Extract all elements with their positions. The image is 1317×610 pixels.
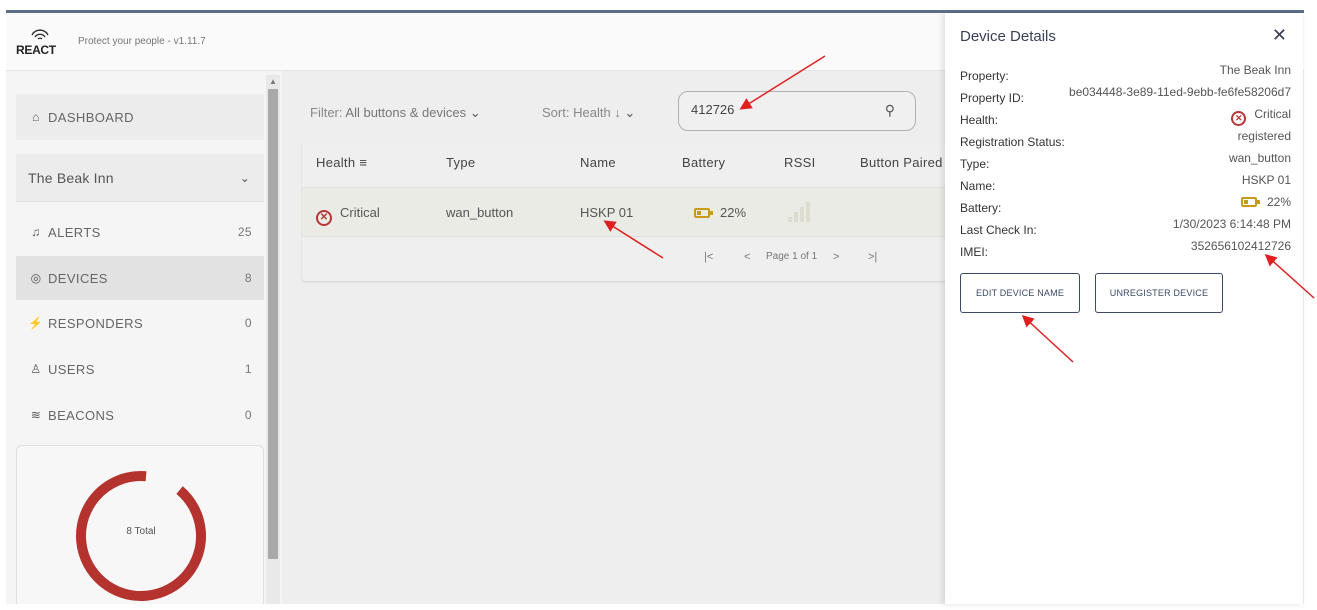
search-box: ⚲ xyxy=(678,91,916,131)
table-row[interactable]: ✕ Critical wan_button HSKP 01 22% xyxy=(302,187,1032,237)
donut-total-label: 8 Total xyxy=(126,526,156,537)
filter-dropdown[interactable]: Filter: All buttons & devices ⌄ xyxy=(310,105,481,121)
home-icon: ⌂ xyxy=(32,110,40,124)
runner-icon: ⚡ xyxy=(28,316,44,330)
rssi-signal-icon xyxy=(788,200,812,222)
battery-icon xyxy=(1240,197,1260,207)
app-tagline: Protect your people - v1.11.7 xyxy=(78,36,206,47)
row-name: HSKP 01 xyxy=(580,205,634,220)
sidebar-item-count: 0 xyxy=(244,316,252,330)
row-type: wan_button xyxy=(446,205,514,220)
sidebar-item-count: 25 xyxy=(237,225,252,239)
sidebar: ⌂ DASHBOARD The Beak Inn ⌄ ♫ ALERTS 25 ◎… xyxy=(6,71,282,604)
sort-dropdown[interactable]: Sort: Health ↓ ⌄ xyxy=(542,105,635,121)
sidebar-item-beacons[interactable]: ≋ BEACONS 0 xyxy=(16,393,264,437)
sidebar-item-users[interactable]: ♙ USERS 1 xyxy=(16,347,264,391)
filter-label: Filter: xyxy=(310,105,343,120)
sidebar-item-label: ALERTS xyxy=(48,224,101,240)
search-icon[interactable]: ⚲ xyxy=(885,102,895,119)
row-health: ✕ Critical xyxy=(316,205,380,226)
last-page-button[interactable]: >| xyxy=(868,251,877,263)
sidebar-item-dashboard[interactable]: ⌂ DASHBOARD xyxy=(16,94,264,140)
detail-type: Type: wan_button xyxy=(960,151,1291,171)
detail-imei: IMEI: 352656102412726 xyxy=(960,239,1291,259)
column-header-battery[interactable]: Battery xyxy=(682,155,725,170)
critical-icon: ✕ xyxy=(316,210,332,226)
sidebar-scrollbar[interactable]: ▲ xyxy=(266,75,280,604)
detail-name: Name: HSKP 01 xyxy=(960,173,1291,193)
page-indicator: Page 1 of 1 xyxy=(766,251,818,262)
wifi-icon: ≋ xyxy=(30,408,42,422)
sidebar-item-count: 1 xyxy=(244,362,252,376)
sidebar-item-devices[interactable]: ◎ DEVICES 8 xyxy=(16,256,264,300)
detail-health: Health: ✕ Critical xyxy=(960,107,1291,127)
device-details-drawer: Device Details ✕ Property: The Beak Inn … xyxy=(945,13,1303,604)
sidebar-item-count: 8 xyxy=(244,271,252,285)
column-header-name[interactable]: Name xyxy=(580,155,616,170)
column-header-rssi[interactable]: RSSI xyxy=(784,155,816,170)
drawer-title: Device Details xyxy=(960,28,1056,45)
sort-lines-icon: ≡ xyxy=(359,155,368,170)
column-header-button-paired[interactable]: Button Paired xyxy=(860,155,943,170)
close-icon[interactable]: ✕ xyxy=(1272,25,1287,46)
property-name: The Beak Inn xyxy=(28,169,114,186)
sidebar-item-count: 0 xyxy=(244,408,252,422)
chevron-down-icon: ⌄ xyxy=(469,105,481,120)
react-logo[interactable]: REACT xyxy=(16,27,64,57)
search-input[interactable] xyxy=(691,102,851,117)
devices-table: Health ≡ Type Name Battery RSSI Button P… xyxy=(302,143,1032,281)
sidebar-item-label: USERS xyxy=(48,361,95,377)
sidebar-item-label: RESPONDERS xyxy=(48,315,144,331)
detail-property: Property: The Beak Inn xyxy=(960,63,1291,83)
sidebar-item-alerts[interactable]: ♫ ALERTS 25 xyxy=(16,210,264,254)
critical-icon: ✕ xyxy=(1231,111,1247,126)
device-icon: ◎ xyxy=(30,271,42,285)
logo-text: REACT xyxy=(16,43,56,57)
detail-battery: Battery: 22% xyxy=(960,195,1291,215)
unregister-device-button[interactable]: UNREGISTER DEVICE xyxy=(1095,273,1223,313)
detail-last-check-in: Last Check In: 1/30/2023 6:14:48 PM xyxy=(960,217,1291,237)
devices-summary-card: 8 Total xyxy=(16,445,264,604)
devices-toolbar: Filter: All buttons & devices ⌄ Sort: He… xyxy=(302,91,1032,143)
sort-value: Health ↓ xyxy=(573,105,621,120)
scroll-up-icon[interactable]: ▲ xyxy=(269,77,277,86)
row-battery: 22% xyxy=(694,205,746,220)
scrollbar-thumb[interactable] xyxy=(268,89,278,559)
detail-registration-status: Registration Status: registered xyxy=(960,129,1291,149)
battery-icon xyxy=(694,208,713,218)
sidebar-item-label: DEVICES xyxy=(48,270,108,286)
sidebar-item-label: DASHBOARD xyxy=(48,109,134,125)
column-header-type[interactable]: Type xyxy=(446,155,475,170)
sort-label: Sort: xyxy=(542,105,570,120)
edit-device-name-button[interactable]: EDIT DEVICE NAME xyxy=(960,273,1080,313)
bell-icon: ♫ xyxy=(31,225,41,239)
prev-page-button[interactable]: < xyxy=(744,251,750,263)
filter-value: All buttons & devices xyxy=(345,105,467,120)
detail-property-id: Property ID: be034448-3e89-11ed-9ebb-fe6… xyxy=(960,85,1291,105)
next-page-button[interactable]: > xyxy=(833,251,839,263)
user-icon: ♙ xyxy=(30,362,42,376)
chevron-down-icon: ⌄ xyxy=(239,170,250,185)
column-header-health[interactable]: Health ≡ xyxy=(316,155,367,170)
first-page-button[interactable]: |< xyxy=(704,251,713,263)
signal-logo-icon xyxy=(31,29,49,40)
sidebar-item-label: BEACONS xyxy=(48,407,115,423)
sidebar-item-responders[interactable]: ⚡ RESPONDERS 0 xyxy=(16,301,264,345)
property-selector[interactable]: The Beak Inn ⌄ xyxy=(16,154,264,202)
chevron-down-icon: ⌄ xyxy=(624,105,636,120)
